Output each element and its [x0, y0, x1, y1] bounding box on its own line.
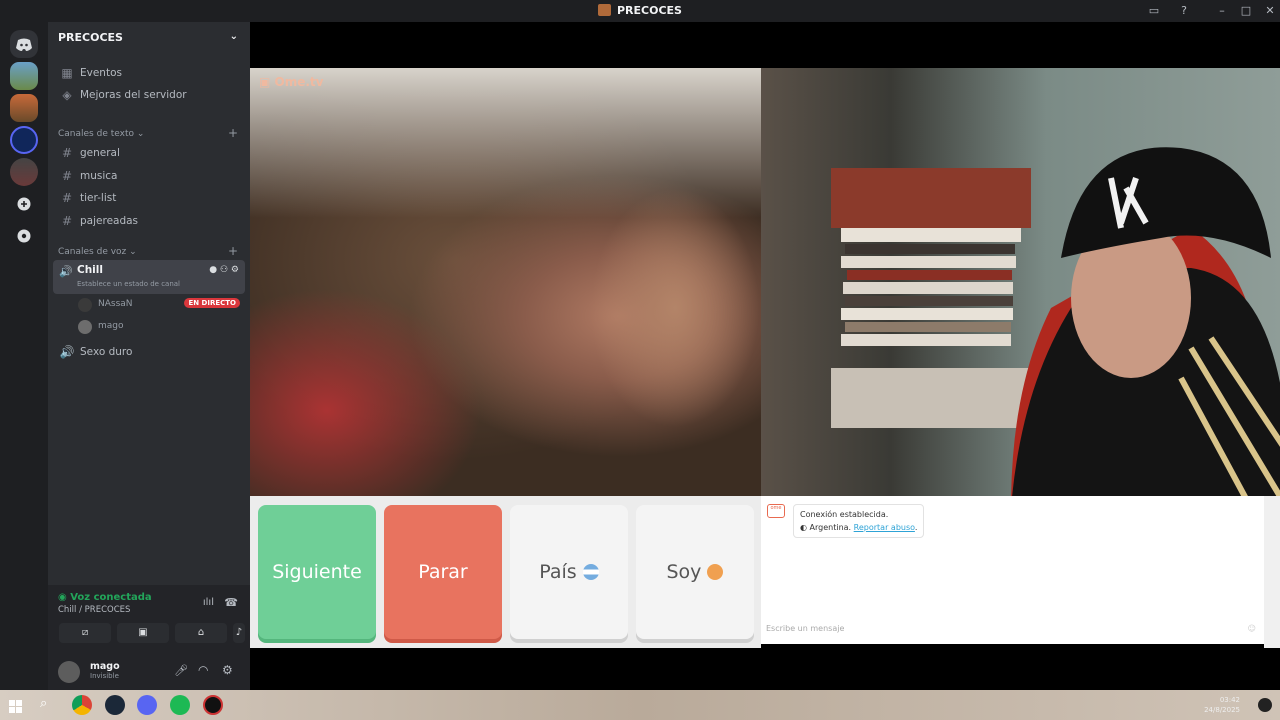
notification-icon[interactable] — [1258, 698, 1272, 712]
channel-pajereadas[interactable]: # pajereadas — [54, 211, 244, 231]
self-video — [761, 68, 1280, 496]
nav-server-boost[interactable]: ◈ Mejoras del servidor — [54, 85, 244, 105]
report-abuse-link[interactable]: Reportar abuso — [854, 523, 915, 532]
window-titlebar: PRECOCES ▭ ? – □ ✕ — [0, 0, 1280, 22]
ometv-small-logo: ome — [767, 504, 785, 518]
server-header[interactable]: PRECOCES ⌄ — [48, 22, 250, 54]
discord-icon[interactable] — [137, 695, 157, 715]
server-icon-3[interactable] — [10, 126, 38, 154]
connection-message: Conexión establecida. ◐ Argentina. Repor… — [793, 504, 925, 538]
message-input[interactable]: Escribe un mensaje ☺ — [766, 624, 1256, 633]
noise-suppression-icon[interactable]: ılıl — [203, 597, 214, 608]
avatar — [78, 320, 92, 334]
live-badge: EN DIRECTO — [184, 298, 240, 308]
app-icon[interactable] — [203, 695, 223, 715]
add-server-icon[interactable] — [10, 190, 38, 218]
scrollbar[interactable] — [1264, 496, 1280, 648]
text-channels-category[interactable]: Canales de texto ⌄ — [58, 129, 144, 139]
server-icon-4[interactable] — [10, 158, 38, 186]
voice-member-mago[interactable]: mago — [98, 321, 124, 331]
server-icon — [598, 4, 611, 16]
activities-button[interactable]: ⌂ — [175, 623, 227, 643]
stop-button[interactable]: Parar — [384, 505, 502, 639]
nav-events[interactable]: ▦ Eventos — [54, 63, 244, 83]
ometv-logo: ▣ Ome.tv — [259, 75, 324, 89]
voice-connected-panel: ◉ Voz conectada Chill / PRECOCES ılıl ☎ … — [48, 585, 250, 655]
stranger-video — [250, 68, 761, 496]
maximize-button[interactable]: □ — [1238, 3, 1254, 19]
chevron-down-icon: ⌄ — [229, 31, 238, 42]
channel-status[interactable]: Establece un estado de canal — [77, 280, 180, 288]
windows-start-icon[interactable] — [9, 698, 22, 713]
voice-location[interactable]: Chill / PRECOCES — [58, 605, 130, 615]
calendar-icon: ▦ — [61, 66, 73, 80]
voice-channels-category[interactable]: Canales de voz ⌄ — [58, 247, 137, 257]
hash-icon: # — [61, 191, 73, 205]
ometv-controls: Siguiente Parar País Soy — [250, 496, 761, 648]
headphones-icon[interactable]: ◠ — [198, 663, 208, 677]
help-icon[interactable]: ? — [1176, 3, 1192, 19]
hash-icon: # — [61, 146, 73, 160]
channel-musica[interactable]: # musica — [54, 166, 244, 186]
voice-member-nassan[interactable]: NAssaN — [98, 299, 133, 309]
voice-channel-label: Chill — [77, 264, 103, 276]
hash-icon: # — [61, 214, 73, 228]
system-clock[interactable]: 03:42 24/8/2025 — [1204, 695, 1240, 715]
camera-off-button[interactable]: ⧄ — [59, 623, 111, 643]
boy-icon — [707, 564, 724, 580]
ometv-chat: ome Conexión establecida. ◐ Argentina. R… — [761, 496, 1264, 644]
bookshelf-image — [831, 168, 1031, 428]
user-name: mago — [90, 661, 120, 672]
avatar — [78, 298, 92, 312]
user-panel: mago Invisible 🎤︎ ◠ ⚙ — [48, 655, 250, 690]
discord-home-icon[interactable] — [10, 30, 38, 58]
gender-button[interactable]: Soy — [636, 505, 754, 639]
person-image — [1011, 147, 1280, 496]
gear-icon[interactable]: ⚙ — [222, 663, 233, 677]
mic-icon[interactable]: 🎤︎ — [174, 664, 188, 677]
add-text-channel-icon[interactable]: + — [228, 126, 238, 140]
speaker-icon: 🔊 — [59, 265, 73, 278]
channel-general[interactable]: # general — [54, 143, 244, 163]
server-list — [0, 22, 48, 690]
next-button[interactable]: Siguiente — [258, 505, 376, 639]
server-icon-precoces[interactable] — [10, 94, 38, 122]
voice-channel-chill[interactable]: 🔊 Chill Establece un estado de canal ● ⚇… — [53, 260, 245, 294]
add-voice-channel-icon[interactable]: + — [228, 244, 238, 258]
avatar[interactable] — [58, 661, 80, 683]
hash-icon: # — [61, 169, 73, 183]
chrome-icon[interactable] — [72, 695, 92, 715]
speaker-icon: 🔊 — [59, 345, 75, 359]
user-status: Invisible — [90, 672, 119, 680]
screen-share-button[interactable]: ▣ — [117, 623, 169, 643]
argentina-flag-icon — [582, 564, 599, 580]
voice-channel-sexo-duro[interactable]: 🔊 Sexo duro — [54, 342, 244, 362]
server-icon-1[interactable] — [10, 62, 38, 90]
minimize-button[interactable]: – — [1214, 3, 1230, 19]
boost-icon: ◈ — [62, 88, 72, 102]
disconnect-icon[interactable]: ☎ — [224, 596, 238, 609]
voice-status: ◉ Voz conectada — [58, 592, 152, 603]
channel-tier-list[interactable]: # tier-list — [54, 188, 244, 208]
close-button[interactable]: ✕ — [1262, 3, 1278, 19]
inbox-icon[interactable]: ▭ — [1146, 3, 1162, 19]
steam-icon[interactable] — [105, 695, 125, 715]
country-button[interactable]: País — [510, 505, 628, 639]
spotify-icon[interactable] — [170, 695, 190, 715]
channel-actions[interactable]: ● ⚇ ⚙ — [209, 265, 239, 275]
search-icon[interactable]: ⌕ — [40, 696, 47, 711]
soundboard-button[interactable]: ♪ — [233, 623, 245, 643]
emoji-icon[interactable]: ☺ — [1248, 624, 1256, 633]
taskbar: ⌕ 03:42 24/8/2025 — [0, 690, 1280, 720]
explore-icon[interactable] — [10, 222, 38, 250]
window-title: PRECOCES — [0, 4, 1280, 17]
